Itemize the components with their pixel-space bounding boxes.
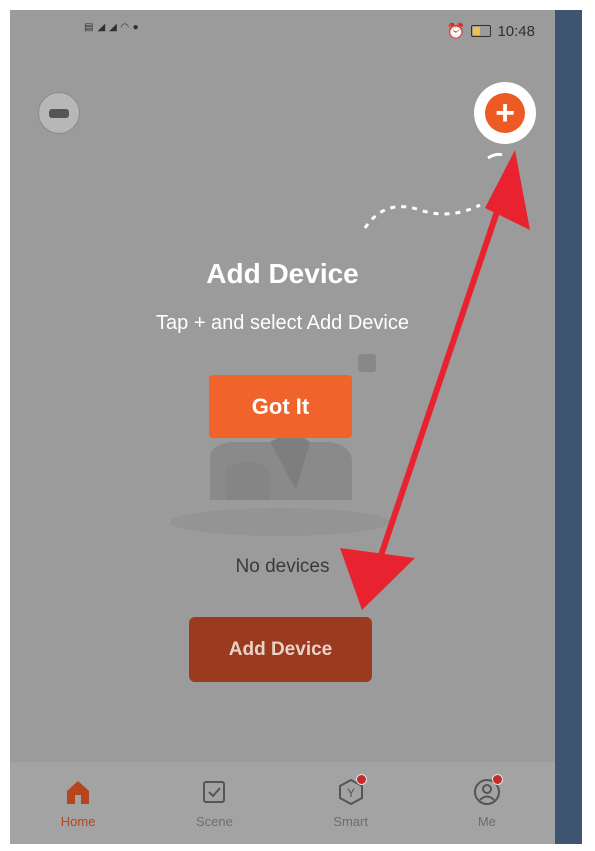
home-icon <box>62 776 94 808</box>
signal-icon: ◢ <box>97 22 106 33</box>
annotation-arrow-head-top <box>485 150 530 230</box>
bottom-nav: Home Scene Y Smart Me <box>10 762 555 844</box>
avatar-button[interactable] <box>38 92 80 134</box>
nav-label-scene: Scene <box>195 814 233 829</box>
nav-item-smart[interactable]: Y Smart <box>283 762 419 844</box>
svg-text:Y: Y <box>347 786 355 800</box>
nav-item-home[interactable]: Home <box>10 762 146 844</box>
onboarding-subtitle: Tap + and select Add Device <box>156 312 409 334</box>
status-left-icons: ▤ ◢ ◢ ◠ ● <box>84 22 139 33</box>
status-right-icons: ⏰ 10:48 <box>446 22 535 41</box>
smart-badge <box>355 774 367 785</box>
onboarding-title: Add Device <box>206 258 359 289</box>
nav-item-scene[interactable]: Scene <box>146 762 282 844</box>
avatar-icon <box>49 108 69 118</box>
plus-icon: + <box>495 94 515 132</box>
add-button-highlight: + <box>474 82 536 144</box>
phone-screen: ▤ ◢ ◢ ◠ ● ⏰ 10:48 + Add Device Tap + and… <box>10 10 555 844</box>
status-bar: ▤ ◢ ◢ ◠ ● ⏰ 10:48 <box>10 10 555 60</box>
profile-icon <box>471 774 503 808</box>
me-badge <box>491 774 503 785</box>
nav-label-me: Me <box>477 814 496 829</box>
signal-icon: ◢ <box>109 22 117 33</box>
hint-curve-tip <box>487 152 503 160</box>
alarm-icon: ⏰ <box>446 23 466 40</box>
no-devices-text: No devices <box>235 556 330 577</box>
battery-icon <box>471 25 492 37</box>
wifi-icon: ◠ <box>120 22 129 33</box>
nav-label-smart: Smart <box>333 814 368 829</box>
nav-label-home: Home <box>60 814 96 829</box>
status-time: 10:48 <box>497 22 535 40</box>
side-strip <box>555 10 582 844</box>
screenshot-frame: ▤ ◢ ◢ ◠ ● ⏰ 10:48 + Add Device Tap + and… <box>10 10 582 844</box>
add-device-button[interactable]: Add Device <box>189 617 372 682</box>
add-button[interactable]: + <box>485 93 525 133</box>
got-it-button[interactable]: Got It <box>209 375 352 438</box>
sim-icon: ▤ <box>84 22 94 33</box>
smart-icon: Y <box>335 774 367 808</box>
hint-dotted-curve <box>363 203 481 229</box>
nav-item-me[interactable]: Me <box>419 762 555 844</box>
scene-icon <box>198 776 230 808</box>
chat-icon: ● <box>132 22 139 33</box>
